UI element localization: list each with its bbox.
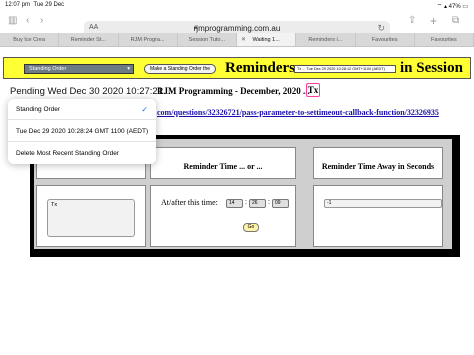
option-standing-order[interactable]: Standing Order ✓ (8, 99, 156, 120)
standing-order-select[interactable]: Standing Order ▾ (24, 64, 134, 74)
reminder-list-select[interactable]: Tx ... Tue Dec 29 2020 10:28:12 GMT+1100… (294, 65, 396, 73)
time-separator: : (245, 199, 247, 206)
tabs-overview-icon[interactable]: ⧉ (452, 15, 459, 27)
sidebar-icon[interactable]: ▥ (8, 15, 17, 27)
at-after-label: At/after this time: (161, 198, 218, 207)
make-standing-order-button[interactable]: Make a Standing Order the (144, 64, 216, 74)
minute-select[interactable]: 26 (249, 199, 266, 208)
forward-icon[interactable]: › (40, 15, 43, 27)
reminder-textarea[interactable]: Tx (47, 199, 135, 237)
tab-buy-ice-cream[interactable]: Buy Ice Crea (0, 33, 60, 46)
tab-favourites-1[interactable]: Favourites (356, 33, 415, 46)
close-tab-icon[interactable]: ✕ (241, 33, 246, 46)
tab-favourites-2[interactable]: Favourites (415, 33, 474, 46)
url-text[interactable]: rjmprogramming.com.au (84, 24, 390, 33)
status-right: ⌔ ▴ 47% ▭ (436, 4, 468, 10)
cell-reminder-text: Tx (36, 185, 146, 247)
checkmark-icon: ✓ (141, 105, 148, 114)
column-title-time: Reminder Time ... or ... (183, 162, 263, 171)
time-separator: : (268, 199, 270, 206)
second-select[interactable]: 09 (272, 199, 289, 208)
option-delete-order[interactable]: Delete Most Recent Standing Order (8, 143, 156, 164)
cell-reminder-time: At/after this time: 14 : 26 : 09 Go (150, 185, 296, 247)
column-title-away: Reminder Time Away in Seconds (321, 162, 435, 171)
cell-away-header: Reminder Time Away in Seconds (313, 147, 443, 179)
reference-link[interactable]: com/questions/32326721/pass-parameter-to… (157, 108, 439, 117)
tab-reminder-st[interactable]: Reminder St... (59, 33, 119, 46)
tab-session-tutorial[interactable]: Session Tuto... (178, 33, 237, 46)
hour-select[interactable]: 14 (226, 199, 243, 208)
go-button[interactable]: Go (243, 223, 259, 232)
browser-toolbar: ▥ ‹ › AA 🔒︎ rjmprogramming.com.au ↻ ⇪ + … (0, 10, 474, 37)
pending-text: Pending Wed Dec 30 2020 10:27:21... (10, 86, 171, 97)
status-bar: 12:07 pm Tue 29 Dec ⌔ ▴ 47% ▭ (0, 0, 474, 10)
tx-badge[interactable]: Tx (306, 83, 320, 97)
option-saved-order[interactable]: Tue Dec 29 2020 10:28:24 GMT 1100 (AEDT) (8, 121, 156, 142)
back-icon[interactable]: ‹ (26, 15, 29, 27)
standing-order-dropdown: Standing Order ✓ Tue Dec 29 2020 10:28:24… (8, 99, 156, 164)
share-icon[interactable]: ⇪ (408, 15, 416, 27)
tab-bar: Buy Ice Crea Reminder St... RJM Progra..… (0, 33, 474, 47)
tab-reminders[interactable]: Reminders i... (296, 33, 356, 46)
page-subtitle: in Session (400, 60, 463, 76)
cell-time-header: Reminder Time ... or ... (150, 147, 296, 179)
status-time: 12:07 pm Tue 29 Dec (5, 2, 65, 8)
cell-seconds-away: -1 (313, 185, 443, 247)
blog-heading: RJM Programming - December, 2020 ... (157, 86, 310, 96)
new-tab-icon[interactable]: + (430, 15, 437, 27)
page-title: Reminders (225, 60, 295, 76)
tab-rjm-programming[interactable]: RJM Progra... (119, 33, 178, 46)
chevron-down-icon: ▾ (127, 66, 130, 72)
seconds-away-input[interactable]: -1 (324, 199, 442, 208)
page-header: Standing Order ▾ Make a Standing Order th… (3, 57, 471, 79)
tab-waiting-active[interactable]: ✕ Waiting 1... (237, 33, 297, 46)
